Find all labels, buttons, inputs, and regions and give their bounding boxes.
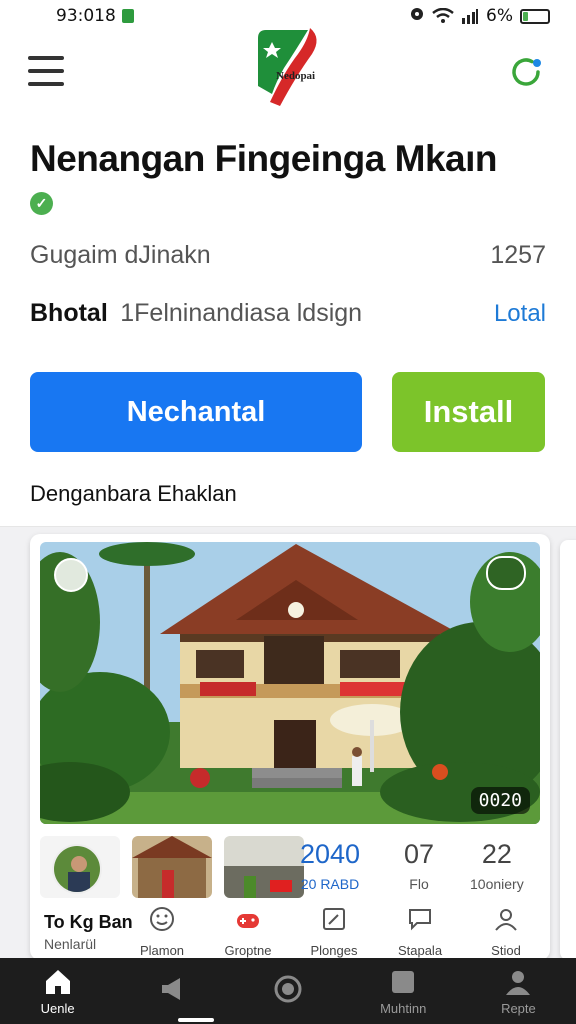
menu-line (28, 82, 64, 86)
person-icon (495, 909, 517, 931)
nav-label: Repte (501, 1000, 536, 1016)
section-label: Denganbara Ehaklan (30, 481, 237, 506)
stat-caption: 20 RABD (300, 876, 360, 892)
action-stiod[interactable]: Stiod (466, 906, 546, 958)
photo-count-badge: 0020 (470, 787, 530, 814)
refresh-button[interactable] (508, 54, 544, 90)
menu-line (28, 69, 64, 73)
stat-item: 07 Flo (404, 839, 434, 892)
stat-number: 07 (404, 839, 435, 869)
megaphone-icon (161, 978, 180, 1000)
action-groptne[interactable]: Groptne (208, 906, 288, 958)
app-logo: Nedopai (250, 24, 330, 110)
action-plonges[interactable]: Plonges (294, 906, 374, 958)
home-indicator (178, 1018, 214, 1022)
nav-label: Uenle (40, 1000, 75, 1016)
nav-home[interactable]: Uenle (0, 958, 115, 1024)
stat-caption: 10oniery (470, 876, 524, 892)
smiley-icon (150, 907, 174, 931)
nav-profile[interactable]: Repte (461, 958, 576, 1024)
thumbnail[interactable] (40, 836, 120, 898)
gamepad-icon (237, 914, 259, 928)
stat-label: Gugaim dJinakn (30, 241, 211, 269)
primary-button[interactable]: Nechantal (30, 372, 362, 452)
menu-button[interactable] (28, 56, 64, 86)
logo-text: Nedopai (276, 70, 316, 82)
record-icon (274, 975, 302, 1003)
developer-subtitle: 1Felninandiasa ldsign (120, 299, 363, 327)
menu-line (28, 56, 64, 60)
install-button[interactable]: Install (392, 372, 545, 452)
nav-label: Muhtinn (380, 1000, 427, 1016)
profile-icon (506, 970, 531, 995)
chat-icon (409, 909, 431, 931)
profile-icon[interactable] (54, 558, 88, 592)
nav-muhtinn[interactable]: Muhtinn (346, 958, 461, 1024)
vr-view-icon[interactable] (486, 556, 526, 590)
thumbnail[interactable] (224, 836, 304, 898)
verified-icon: ✓ (30, 192, 53, 215)
listing-photo[interactable]: 0020 (40, 542, 540, 824)
notification-icon (121, 9, 134, 23)
listing-card[interactable]: 0020 2040 20 RABD 07 Flo 22 10oniery To … (30, 534, 550, 960)
stat-row: Gugaim dJinakn 1257 (30, 241, 546, 270)
action-stapala[interactable]: Stapala (380, 906, 460, 958)
bottom-nav: Uenle Muhtinn Repte (0, 958, 576, 1024)
card-caption: To Kg Ban (44, 912, 133, 932)
stat-value: 1257 (490, 241, 546, 269)
developer-link[interactable]: Bhotal (30, 299, 108, 327)
action-plamon[interactable]: Plamon (122, 906, 202, 958)
developer-row: Bhotal 1Felninandiasa ldsign Lotal (30, 299, 546, 328)
avatar (52, 844, 102, 894)
edit-icon (323, 908, 345, 930)
home-icon (45, 969, 70, 994)
location-link[interactable]: Lotal (494, 300, 546, 328)
thumbnail-strip (40, 836, 304, 898)
app-title: Nenangan Fingeinga Mkaın (30, 138, 498, 179)
thumbnail[interactable] (132, 836, 212, 898)
nav-record[interactable] (230, 958, 345, 1024)
refresh-icon (512, 58, 541, 86)
action-label: Groptne (224, 943, 272, 958)
stat-number: 2040 (300, 839, 361, 869)
square-icon (392, 970, 415, 993)
stat-item: 2040 20 RABD (300, 839, 360, 892)
card-subcaption: Nenlarül (44, 936, 97, 952)
action-label: Plamon (139, 943, 185, 958)
stat-caption: Flo (409, 876, 429, 892)
app-bar: Nedopai (0, 22, 576, 122)
action-label: Stapala (397, 943, 443, 958)
nav-announcements[interactable] (115, 958, 230, 1024)
stat-item: 22 10oniery (470, 839, 524, 892)
action-label: Stiod (491, 943, 521, 958)
stat-number: 22 (481, 839, 512, 869)
next-card-peek[interactable] (560, 540, 576, 960)
action-label: Plonges (310, 943, 358, 958)
